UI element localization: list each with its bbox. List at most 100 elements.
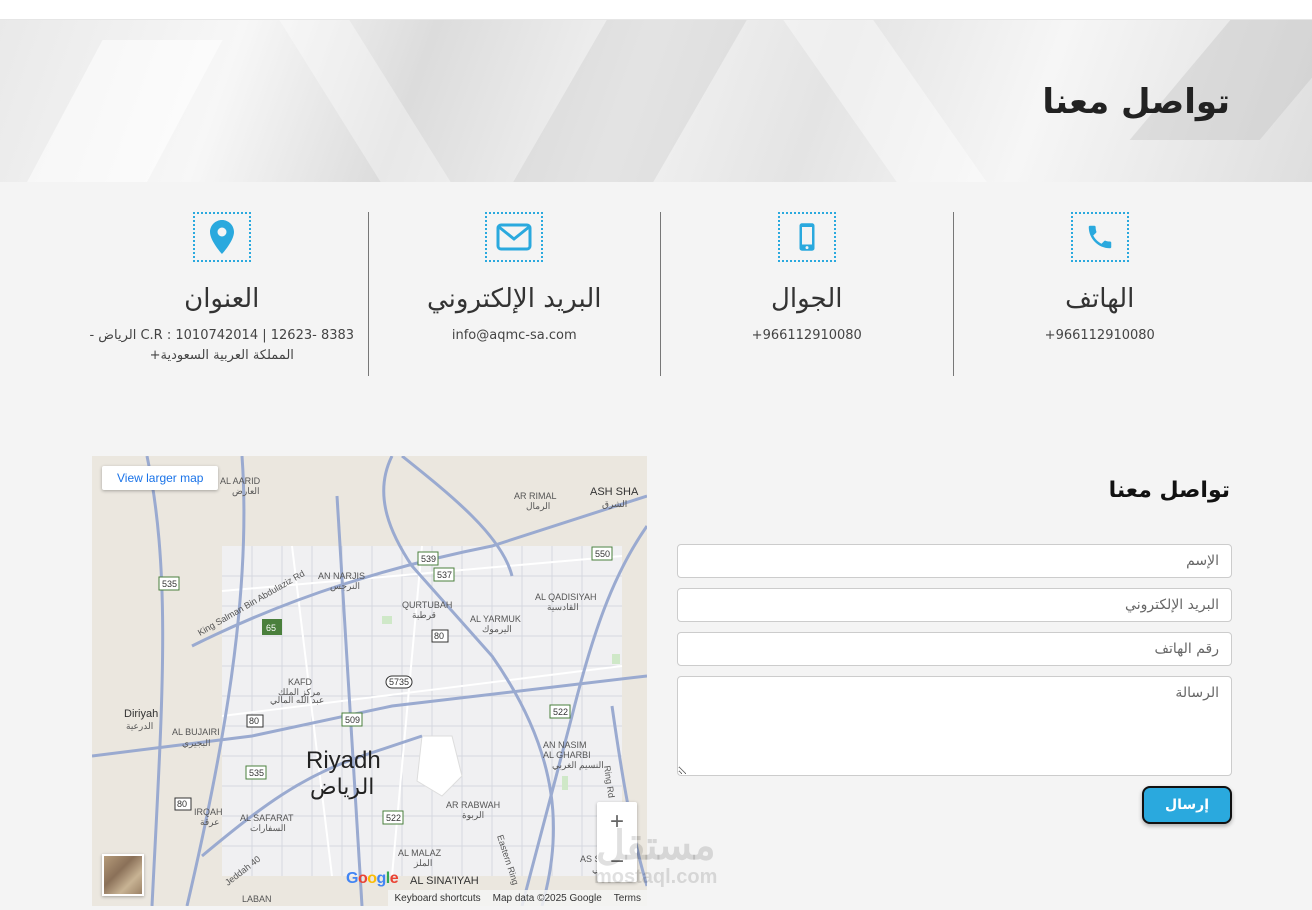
map-canvas[interactable]: AL AARID العارض AR RIMAL الرمال ASH SHA … [92, 456, 647, 906]
contact-phone: الهاتف +966112910080 [954, 212, 1247, 376]
svg-text:80: 80 [249, 716, 259, 726]
phone-icon [1088, 225, 1111, 249]
svg-text:539: 539 [421, 554, 436, 564]
map-label-irqah-ar: عرقة [200, 817, 219, 828]
svg-text:65: 65 [266, 623, 276, 633]
map-label-al-qadisiyah-ar: القادسية [547, 602, 579, 612]
map-label-ash-sharq-ar: الشرق [602, 499, 627, 510]
map-label-laban: LABAN [242, 894, 272, 904]
map-label-ash-sharq: ASH SHA [590, 486, 639, 498]
map-data-text: Map data ©2025 Google [492, 892, 602, 904]
contact-mobile: الجوال +966112910080 [661, 212, 954, 376]
map-label-an-nasim: AN NASIM [543, 740, 587, 750]
name-field[interactable] [677, 544, 1232, 578]
contact-info-row: الهاتف +966112910080 الجوال +96611291008… [76, 212, 1246, 378]
map-label-al-qadisiyah: AL QADISIYAH [535, 592, 597, 602]
map-label-an-nasim-ar: النسيم الغربي [552, 760, 604, 771]
phone-value[interactable]: +966112910080 [954, 326, 1247, 346]
phone-field[interactable] [677, 632, 1232, 666]
road-shield: 80 [431, 629, 449, 643]
road-shield: 80 [174, 797, 192, 811]
svg-text:80: 80 [434, 631, 444, 641]
map-label-an-nasim-2: AL GHARBI [543, 750, 591, 760]
form-title: تواصل معنا [1108, 478, 1230, 503]
address-line-1: 8383 -12623 | 1010742014 : C.R الرياض - [89, 328, 355, 343]
keyboard-shortcuts-link[interactable]: Keyboard shortcuts [394, 893, 480, 904]
map-label-al-bujairi-ar: البجيري [182, 738, 211, 749]
location-pin-icon [209, 220, 234, 254]
svg-text:537: 537 [437, 570, 452, 580]
map-label-al-aarid: AL AARID [220, 476, 261, 486]
road-shield: 5735 [385, 675, 413, 689]
map-label-an-narjis-ar: النرجس [330, 581, 360, 592]
svg-text:522: 522 [386, 813, 401, 823]
watermark-latin: mostaql.com [594, 866, 718, 888]
mobile-icon-box [777, 212, 836, 262]
watermark-arabic: مستقل [595, 824, 716, 868]
road-shield: 535 [245, 765, 267, 780]
map-label-ar-rimal: AR RIMAL [514, 491, 557, 501]
road-shield: 522 [382, 810, 404, 825]
svg-text:80: 80 [177, 799, 187, 809]
email-field[interactable] [677, 588, 1232, 622]
map-label-al-aarid-ar: العارض [232, 486, 260, 497]
message-field[interactable] [677, 676, 1232, 776]
submit-button[interactable]: إرسال [1142, 786, 1232, 824]
svg-text:5735: 5735 [389, 677, 409, 687]
road-shield: 522 [549, 704, 571, 719]
phone-icon-box [1070, 212, 1129, 262]
google-map[interactable]: AL AARID العارض AR RIMAL الرمال ASH SHA … [92, 456, 647, 906]
view-larger-map-link[interactable]: View larger map [102, 466, 219, 490]
map-label-riyadh-ar: الرياض [310, 775, 374, 800]
map-label-diriyah-ar: الدرعية [126, 721, 153, 732]
road-shield: 537 [433, 567, 455, 582]
contact-address: العنوان 8383 -12623 | 1010742014 : C.R ا… [76, 212, 369, 376]
mobile-value[interactable]: +966112910080 [661, 326, 953, 346]
svg-text:535: 535 [162, 579, 177, 589]
road-shield: 539 [417, 551, 439, 566]
map-label-al-bujairi: AL BUJAIRI [172, 727, 220, 737]
phone-title: الهاتف [1065, 284, 1135, 314]
svg-text:550: 550 [595, 549, 610, 559]
map-label-kafd: KAFD [288, 677, 313, 687]
mobile-title: الجوال [771, 284, 843, 314]
page-title: تواصل معنا [1042, 82, 1230, 122]
map-label-al-safarat: AL SAFARAT [240, 813, 294, 823]
map-label-ar-rimal-ar: الرمال [526, 501, 550, 512]
map-label-ar-rabwah: AR RABWAH [446, 800, 500, 810]
location-icon-box [192, 212, 251, 262]
address-line-2: المملكة العربية السعودية+ [149, 348, 294, 363]
map-label-al-safarat-ar: السفارات [250, 823, 286, 834]
road-shield: 509 [341, 712, 363, 727]
svg-text:522: 522 [553, 707, 568, 717]
page-banner: تواصل معنا [0, 20, 1312, 182]
email-value[interactable]: info@aqmc-sa.com [369, 326, 661, 346]
map-label-al-malaz: AL MALAZ [398, 848, 442, 858]
mobile-icon [799, 223, 815, 251]
map-label-irqah: IRQAH [194, 807, 223, 817]
map-label-al-sinaiyah: AL SINA'IYAH [410, 875, 479, 887]
google-logo: Google [346, 870, 399, 887]
map-label-diriyah: Diriyah [124, 708, 158, 720]
terms-link[interactable]: Terms [614, 893, 641, 904]
envelope-icon-box [485, 212, 544, 262]
map-label-al-malaz-ar: الملز [413, 858, 432, 869]
map-label-qurtubah: QURTUBAH [402, 600, 452, 610]
map-label-ar-rabwah-ar: الربوة [462, 810, 484, 821]
road-shield: 535 [158, 576, 180, 591]
svg-text:535: 535 [249, 768, 264, 778]
address-title: العنوان [184, 284, 260, 314]
email-title: البريد الإلكتروني [427, 284, 602, 314]
svg-text:509: 509 [345, 715, 360, 725]
map-label-qurtubah-ar: قرطبة [412, 610, 436, 621]
road-shield: 80 [246, 714, 264, 728]
map-label-riyadh: Riyadh [306, 747, 381, 774]
map-label-an-narjis: AN NARJIS [318, 571, 365, 581]
watermark: مستقل mostaql.com [594, 826, 717, 888]
road-shield: 65 [262, 619, 282, 635]
map-label-kafd-ar2: عبد الله المالي [270, 695, 324, 705]
contact-email: البريد الإلكتروني info@aqmc-sa.com [369, 212, 661, 376]
road-shield: 550 [591, 546, 613, 561]
top-bar [0, 0, 1312, 20]
satellite-toggle-button[interactable] [102, 854, 144, 896]
